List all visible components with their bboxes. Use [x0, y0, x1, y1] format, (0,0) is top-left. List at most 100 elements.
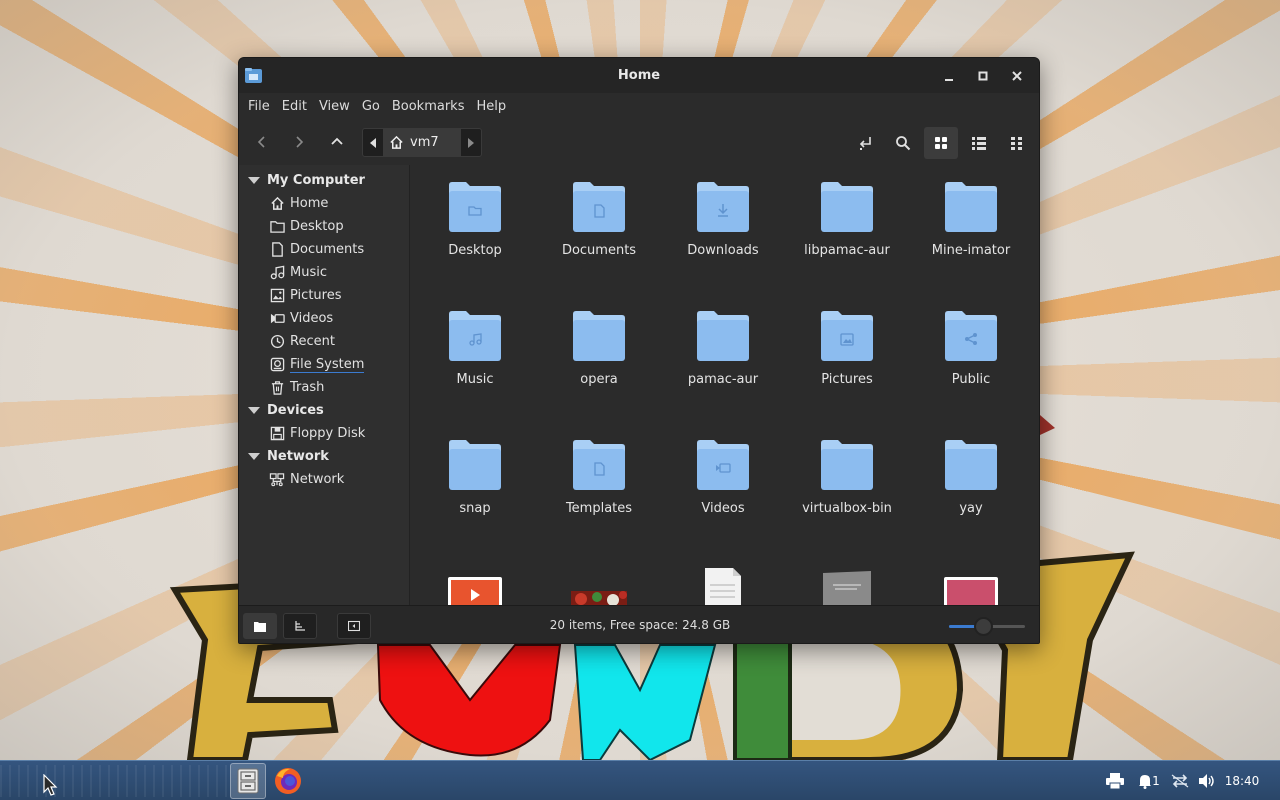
home-icon [390, 135, 403, 149]
mouse-cursor-icon [43, 774, 58, 796]
compact-list-icon [1011, 137, 1022, 150]
menu-go[interactable]: Go [356, 99, 386, 114]
file-item[interactable]: Videos [668, 437, 778, 516]
video-thumbnail [448, 577, 502, 605]
file-item-gradient-image[interactable] [916, 565, 1026, 605]
triangle-left-icon [370, 137, 376, 148]
file-grid: Desktop Documents Downloads libpamac-aur Min… [411, 165, 1039, 605]
sidebar-item-documents[interactable]: Documents [239, 238, 409, 261]
file-item[interactable]: libpamac-aur [792, 179, 902, 258]
folder-icon [697, 311, 749, 361]
file-item-disk-image[interactable] [792, 565, 902, 605]
home-icon [270, 196, 284, 210]
sidebar-item-network[interactable]: Network [239, 468, 409, 491]
file-manager-app-icon [245, 68, 262, 83]
file-item[interactable]: snap [420, 437, 530, 516]
clock-icon [270, 334, 284, 349]
sidebar-item-trash[interactable]: Trash [239, 376, 409, 399]
maximize-button[interactable] [969, 64, 997, 88]
network-tray-button[interactable] [1168, 769, 1192, 793]
file-item[interactable]: pamac-aur [668, 308, 778, 387]
sidebar-item-pictures[interactable]: Pictures [239, 284, 409, 307]
breadcrumb-home[interactable]: vm7 [383, 129, 461, 156]
sidebar-section-my-computer[interactable]: My Computer [239, 169, 409, 192]
window-titlebar[interactable]: Home [239, 58, 1039, 93]
minimize-button[interactable] [935, 64, 963, 88]
file-item[interactable]: Desktop [420, 179, 530, 258]
music-icon [270, 265, 284, 280]
grid-icon [935, 137, 947, 149]
folder-icon [573, 311, 625, 361]
notification-count: 1 [1152, 774, 1160, 788]
toggle-location-button[interactable] [849, 127, 883, 159]
folder-icon [449, 311, 501, 361]
maximize-icon [978, 71, 988, 81]
taskbar: 1 18:40 [0, 760, 1280, 800]
sidebar-item-file-system[interactable]: File System [239, 353, 409, 376]
breadcrumb-label: vm7 [410, 135, 439, 150]
file-name: libpamac-aur [804, 243, 890, 258]
notifications-tray-button[interactable]: 1 [1136, 769, 1162, 793]
menu-view[interactable]: View [313, 99, 356, 114]
up-button[interactable] [322, 127, 352, 157]
sidebar-section-network[interactable]: Network [239, 445, 409, 468]
sidebar-item-home[interactable]: Home [239, 192, 409, 215]
expander-icon [248, 453, 260, 460]
sidebar-item-desktop[interactable]: Desktop [239, 215, 409, 238]
file-item-photo-thumbnail[interactable] [544, 565, 654, 605]
chevron-left-icon [257, 136, 265, 148]
text-file [705, 568, 741, 605]
back-button[interactable] [247, 127, 277, 157]
close-button[interactable] [1003, 64, 1031, 88]
menu-edit[interactable]: Edit [276, 99, 313, 114]
volume-tray-button[interactable] [1196, 769, 1218, 793]
file-item[interactable]: Public [916, 308, 1026, 387]
menu-help[interactable]: Help [470, 99, 512, 114]
sidebar-item-floppy-disk[interactable]: Floppy Disk [239, 422, 409, 445]
taskbar-file-manager[interactable] [230, 763, 266, 799]
folder-icon [945, 440, 997, 490]
status-text: 20 items, Free space: 24.8 GB [549, 618, 731, 632]
zoom-slider[interactable] [949, 617, 1025, 636]
file-item[interactable]: Music [420, 308, 530, 387]
breadcrumb-left-button[interactable] [363, 129, 383, 156]
file-name: yay [959, 501, 983, 516]
menubar: File Edit View Go Bookmarks Help [239, 93, 1039, 119]
menu-bookmarks[interactable]: Bookmarks [386, 99, 471, 114]
file-name: Downloads [687, 243, 759, 258]
file-item-video-thumbnail[interactable] [420, 565, 530, 605]
network-transfer-icon [1171, 774, 1189, 788]
gradient-image [944, 577, 998, 605]
breadcrumb-right-button[interactable] [461, 129, 481, 156]
sidebar-item-videos[interactable]: Videos [239, 307, 409, 330]
menu-file[interactable]: File [242, 99, 276, 114]
file-name: Public [951, 372, 991, 387]
zoom-slider-handle[interactable] [974, 617, 994, 636]
workspace-switcher[interactable] [0, 765, 228, 797]
firefox-icon [275, 768, 301, 794]
sidebar-section-devices[interactable]: Devices [239, 399, 409, 422]
printer-tray-button[interactable] [1104, 769, 1126, 793]
search-button[interactable] [886, 127, 920, 159]
forward-button[interactable] [284, 127, 314, 157]
file-item-text-file[interactable] [668, 565, 778, 605]
file-item[interactable]: virtualbox-bin [792, 437, 902, 516]
file-item[interactable]: Templates [544, 437, 654, 516]
sidebar-item-music[interactable]: Music [239, 261, 409, 284]
file-item[interactable]: Pictures [792, 308, 902, 387]
compact-view-button[interactable] [1000, 127, 1034, 159]
folder-icon [945, 182, 997, 232]
file-item[interactable]: yay [916, 437, 1026, 516]
file-item[interactable]: opera [544, 308, 654, 387]
icon-view-button[interactable] [924, 127, 958, 159]
taskbar-firefox[interactable] [270, 763, 306, 799]
folder-icon [697, 182, 749, 232]
file-item[interactable]: Mine-imator [916, 179, 1026, 258]
file-item[interactable]: Downloads [668, 179, 778, 258]
volume-icon [1199, 774, 1214, 788]
file-name: Pictures [821, 372, 873, 387]
list-view-button[interactable] [962, 127, 996, 159]
sidebar-item-recent[interactable]: Recent [239, 330, 409, 353]
file-item[interactable]: Documents [544, 179, 654, 258]
clock[interactable]: 18:40 [1222, 769, 1262, 793]
